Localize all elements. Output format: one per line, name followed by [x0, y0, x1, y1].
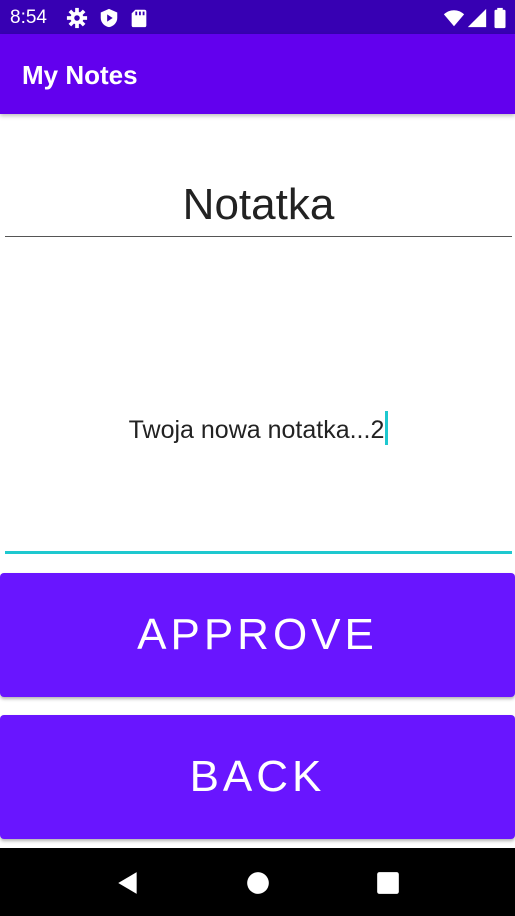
- navigation-bar: [0, 848, 515, 916]
- approve-button[interactable]: APPROVE: [0, 573, 515, 697]
- status-time: 8:54: [10, 7, 47, 28]
- note-body-value: Twoja nowa notatka...2: [128, 416, 385, 444]
- app-title: My Notes: [22, 60, 138, 90]
- back-icon[interactable]: [115, 870, 141, 896]
- battery-icon: [494, 7, 506, 29]
- note-body-input[interactable]: Twoja nowa notatka...2: [5, 250, 512, 554]
- play-protect-icon: [100, 8, 118, 28]
- note-title-value: Notatka: [182, 180, 335, 229]
- back-button[interactable]: BACK: [0, 715, 515, 839]
- signal-icon: [467, 8, 487, 28]
- recents-icon[interactable]: [375, 870, 401, 896]
- gear-icon: [66, 7, 88, 29]
- note-title-input[interactable]: Notatka: [5, 170, 512, 237]
- wifi-icon: [443, 10, 465, 27]
- note-body-line: Twoja nowa notatka...2: [5, 411, 512, 445]
- home-icon[interactable]: [245, 870, 271, 896]
- app-bar: My Notes: [0, 34, 515, 114]
- status-bar: 8:54: [0, 0, 515, 34]
- sd-card-icon: [131, 9, 147, 28]
- text-cursor: [385, 411, 389, 445]
